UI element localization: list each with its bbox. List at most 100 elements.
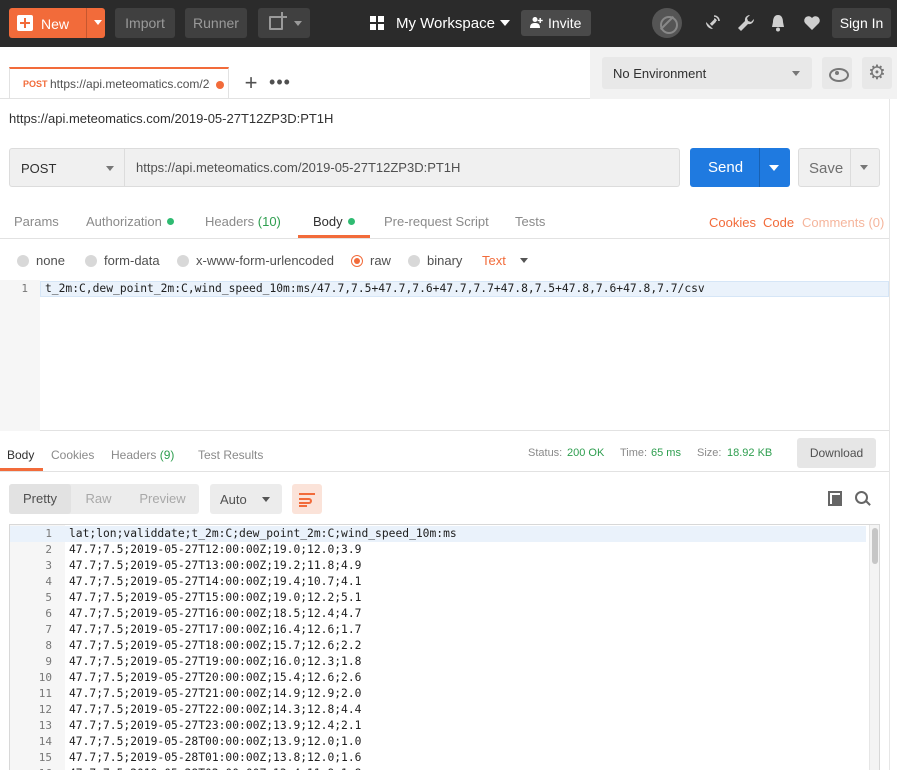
response-line[interactable]: 16 47.7;7.5;2019-05-28T02:00:00Z;13.4;11.… [10, 766, 866, 770]
resp-tab-test-results[interactable]: Test Results [198, 448, 263, 462]
resp-tab-headers[interactable]: Headers (9) [111, 448, 174, 462]
chevron-down-icon [294, 21, 302, 26]
method-select[interactable]: POST [9, 148, 125, 187]
chevron-down-icon[interactable] [860, 165, 868, 170]
body-format-select[interactable]: Text [482, 253, 506, 268]
heart-icon[interactable] [802, 13, 822, 33]
radio-raw[interactable]: raw [351, 253, 396, 269]
request-tab[interactable]: POST https://api.meteomatics.com/20 [9, 67, 229, 99]
tab-body[interactable]: Body [313, 214, 355, 229]
response-line[interactable]: 5 47.7;7.5;2019-05-27T15:00:00Z;19.0;12.2… [10, 590, 866, 606]
copy-icon[interactable] [828, 491, 844, 507]
search-icon[interactable] [855, 491, 871, 507]
size-value[interactable]: 18.92 KB [727, 447, 772, 459]
line-text[interactable]: 47.7;7.5;2019-05-27T16:00:00Z;18.5;12.4;… [69, 606, 361, 622]
radio-urlencoded[interactable]: x-www-form-urlencoded [177, 253, 337, 269]
radio-binary[interactable]: binary [408, 253, 468, 269]
radio-circle-selected [351, 255, 363, 267]
chevron-down-icon[interactable] [769, 165, 779, 171]
pretty-button[interactable]: Pretty [9, 484, 71, 514]
response-line[interactable]: 15 47.7;7.5;2019-05-28T01:00:00Z;13.8;12.… [10, 750, 866, 766]
line-text[interactable]: 47.7;7.5;2019-05-27T13:00:00Z;19.2;11.8;… [69, 558, 361, 574]
line-text[interactable]: 47.7;7.5;2019-05-28T01:00:00Z;13.8;12.0;… [69, 750, 361, 766]
response-body[interactable]: 1 lat;lon;validdate;t_2m:C;dew_point_2m:C… [9, 524, 880, 770]
eye-icon[interactable] [822, 57, 852, 89]
response-line[interactable]: 11 47.7;7.5;2019-05-27T21:00:00Z;14.9;12.… [10, 686, 866, 702]
wrap-lines-button[interactable] [292, 484, 322, 514]
line-text[interactable]: 47.7;7.5;2019-05-27T14:00:00Z;19.4;10.7;… [69, 574, 361, 590]
response-line[interactable]: 10 47.7;7.5;2019-05-27T20:00:00Z;15.4;12.… [10, 670, 866, 686]
tab-params[interactable]: Params [14, 214, 59, 229]
send-button[interactable]: Send [690, 148, 790, 187]
line-text[interactable]: 47.7;7.5;2019-05-27T15:00:00Z;19.0;12.2;… [69, 590, 361, 606]
response-line[interactable]: 7 47.7;7.5;2019-05-27T17:00:00Z;16.4;12.6… [10, 622, 866, 638]
comments-link[interactable]: Comments (0) [802, 215, 884, 230]
scrollbar-thumb[interactable] [872, 528, 878, 564]
divider [0, 471, 889, 472]
line-text[interactable]: 47.7;7.5;2019-05-28T02:00:00Z;13.4;11.9;… [69, 766, 361, 770]
body-text[interactable]: t_2m:C,dew_point_2m:C,wind_speed_10m:ms/… [45, 281, 705, 297]
line-text[interactable]: 47.7;7.5;2019-05-27T19:00:00Z;16.0;12.3;… [69, 654, 361, 670]
chevron-down-icon[interactable] [520, 258, 528, 263]
tab-tests[interactable]: Tests [515, 214, 545, 229]
line-text[interactable]: lat;lon;validdate;t_2m:C;dew_point_2m:C;… [69, 526, 457, 542]
sync-off-icon[interactable] [652, 8, 682, 38]
tab-headers[interactable]: Headers (10) [205, 214, 281, 229]
raw-button[interactable]: Raw [71, 484, 126, 514]
response-line[interactable]: 1 lat;lon;validdate;t_2m:C;dew_point_2m:C… [10, 526, 866, 542]
divider [850, 149, 851, 186]
satellite-icon[interactable] [702, 13, 722, 33]
line-text[interactable]: 47.7;7.5;2019-05-27T20:00:00Z;15.4;12.6;… [69, 670, 361, 686]
tab-authorization[interactable]: Authorization [86, 214, 174, 229]
unsaved-dot-icon[interactable] [216, 81, 224, 89]
response-line[interactable]: 8 47.7;7.5;2019-05-27T18:00:00Z;15.7;12.6… [10, 638, 866, 654]
runner-button[interactable]: Runner [185, 8, 247, 38]
url-input[interactable] [125, 148, 680, 187]
tab-prerequest-script[interactable]: Pre-request Script [384, 214, 489, 229]
method-value: POST [21, 161, 57, 176]
bell-icon[interactable] [768, 13, 788, 33]
invite-button[interactable]: Invite [521, 10, 591, 36]
language-select[interactable]: Auto [210, 484, 282, 514]
radio-form-data[interactable]: form-data [85, 253, 165, 269]
response-line[interactable]: 13 47.7;7.5;2019-05-27T23:00:00Z;13.9;12.… [10, 718, 866, 734]
radio-none[interactable]: none [17, 253, 77, 269]
wrench-icon[interactable] [736, 13, 756, 33]
save-button[interactable]: Save [798, 148, 880, 187]
response-line[interactable]: 9 47.7;7.5;2019-05-27T19:00:00Z;16.0;12.3… [10, 654, 866, 670]
sign-in-button[interactable]: Sign In [832, 8, 891, 38]
status-value[interactable]: 200 OK [567, 447, 604, 459]
line-text[interactable]: 47.7;7.5;2019-05-27T18:00:00Z;15.7;12.6;… [69, 638, 361, 654]
new-window-button[interactable] [258, 8, 310, 38]
resp-tab-body[interactable]: Body [7, 448, 34, 462]
response-line[interactable]: 12 47.7;7.5;2019-05-27T22:00:00Z;14.3;12.… [10, 702, 866, 718]
line-text[interactable]: 47.7;7.5;2019-05-27T23:00:00Z;13.9;12.4;… [69, 718, 361, 734]
line-text[interactable]: 47.7;7.5;2019-05-28T00:00:00Z;13.9;12.0;… [69, 734, 361, 750]
download-button[interactable]: Download [797, 438, 876, 468]
line-text[interactable]: 47.7;7.5;2019-05-27T12:00:00Z;19.0;12.0;… [69, 542, 361, 558]
response-line[interactable]: 4 47.7;7.5;2019-05-27T14:00:00Z;19.4;10.7… [10, 574, 866, 590]
line-text[interactable]: 47.7;7.5;2019-05-27T22:00:00Z;14.3;12.8;… [69, 702, 361, 718]
workspace-selector[interactable]: My Workspace [370, 8, 510, 38]
preview-button[interactable]: Preview [126, 484, 199, 514]
add-tab-button[interactable]: + [236, 69, 266, 99]
gear-icon[interactable]: ⚙ [862, 57, 892, 89]
environment-select[interactable]: No Environment [602, 57, 812, 89]
scrollbar[interactable] [869, 525, 879, 770]
response-line[interactable]: 2 47.7;7.5;2019-05-27T12:00:00Z;19.0;12.0… [10, 542, 866, 558]
new-button[interactable]: New [9, 8, 105, 38]
line-text[interactable]: 47.7;7.5;2019-05-27T17:00:00Z;16.4;12.6;… [69, 622, 361, 638]
cookies-link[interactable]: Cookies [709, 215, 756, 230]
more-tabs-button[interactable]: ••• [266, 69, 294, 99]
resp-tab-cookies[interactable]: Cookies [51, 448, 94, 462]
time-value[interactable]: 65 ms [651, 447, 681, 459]
code-link[interactable]: Code [763, 215, 794, 230]
line-text[interactable]: 47.7;7.5;2019-05-27T21:00:00Z;14.9;12.9;… [69, 686, 361, 702]
response-line[interactable]: 14 47.7;7.5;2019-05-28T00:00:00Z;13.9;12.… [10, 734, 866, 750]
chevron-down-icon[interactable] [94, 20, 102, 25]
request-title[interactable]: https://api.meteomatics.com/2019-05-27T1… [9, 111, 333, 126]
body-editor[interactable]: 1 t_2m:C,dew_point_2m:C,wind_speed_10m:m… [0, 280, 889, 431]
response-line[interactable]: 6 47.7;7.5;2019-05-27T16:00:00Z;18.5;12.4… [10, 606, 866, 622]
response-line[interactable]: 3 47.7;7.5;2019-05-27T13:00:00Z;19.2;11.8… [10, 558, 866, 574]
import-button[interactable]: Import [115, 8, 175, 38]
